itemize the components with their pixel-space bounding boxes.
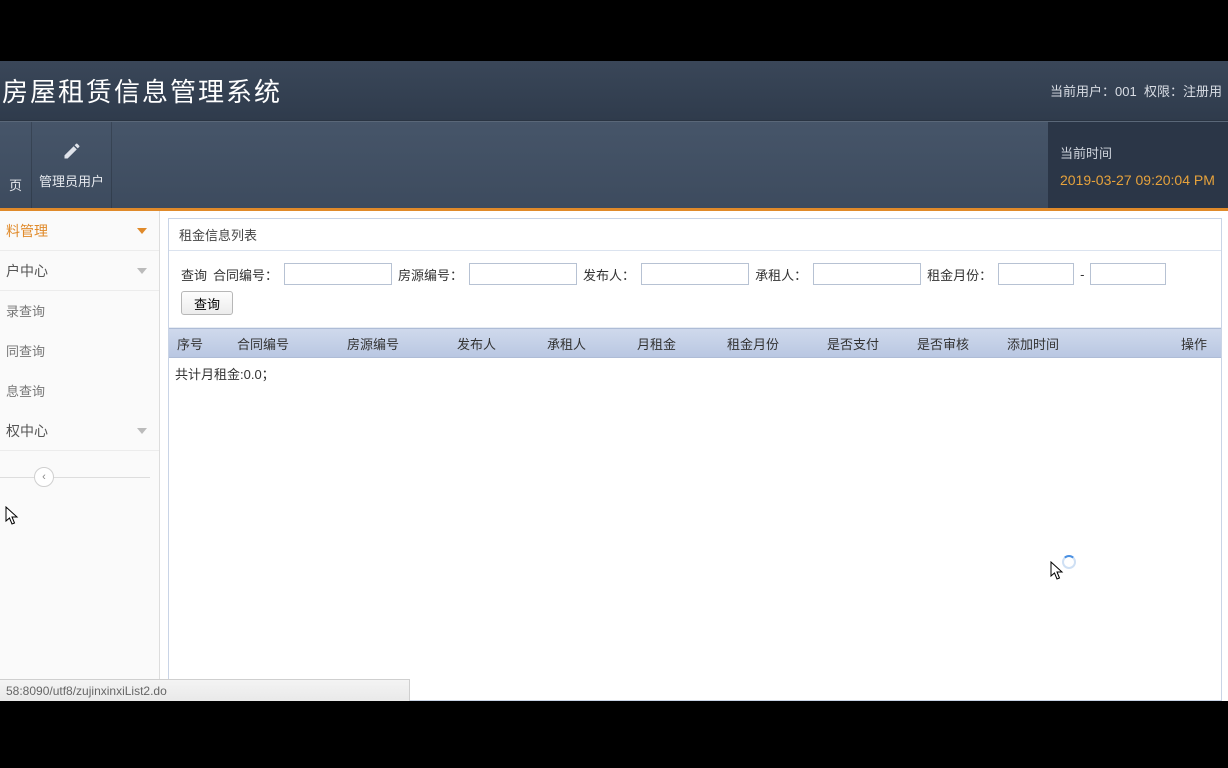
header-bar: 房屋租赁信息管理系统 当前用户：001 权限：注册用: [0, 61, 1228, 121]
clock-value: 2019-03-27 09:20:04 PM: [1060, 172, 1216, 188]
table-header: 序号 合同编号 房源编号 发布人 承租人 月租金 租金月份 是否支付 是否审核 …: [169, 328, 1221, 358]
sidebar-group-auth-center[interactable]: 权中心: [0, 411, 159, 451]
sidebar-group-material-label: 料管理: [6, 221, 48, 241]
panel-title: 租金信息列表: [169, 219, 1221, 251]
col-addtime: 添加时间: [999, 334, 1161, 353]
perm-label: 权限：: [1144, 84, 1183, 99]
range-dash: -: [1080, 267, 1084, 282]
header-user-info: 当前用户：001 权限：注册用: [1050, 81, 1222, 100]
toolbar-admin-label: 管理员用户: [39, 171, 104, 190]
input-house[interactable]: [469, 263, 577, 285]
col-publisher: 发布人: [449, 334, 539, 353]
label-publisher: 发布人：: [583, 265, 635, 284]
col-rent: 月租金: [629, 334, 719, 353]
label-contract: 合同编号：: [213, 265, 278, 284]
user-value: 001: [1115, 84, 1137, 99]
input-month-to[interactable]: [1090, 263, 1166, 285]
input-month-from[interactable]: [998, 263, 1074, 285]
toolbar: 页 管理员用户 当前时间 2019-03-27 09:20:04 PM: [0, 121, 1228, 211]
sidebar-group-material[interactable]: 料管理: [0, 211, 159, 251]
user-label: 当前用户：: [1050, 84, 1115, 99]
sidebar: 料管理 户中心 录查询 同查询 息查询 权中心 ‹: [0, 211, 160, 701]
col-tenant: 承租人: [539, 334, 629, 353]
chevron-down-icon: [137, 268, 147, 274]
sidebar-group-user-center-label: 户中心: [6, 261, 48, 281]
col-contract: 合同编号: [229, 334, 339, 353]
sidebar-group-user-center[interactable]: 户中心: [0, 251, 159, 291]
sidebar-group-auth-center-label: 权中心: [6, 421, 48, 441]
label-house: 房源编号：: [398, 265, 463, 284]
status-bar: 58:8090/utf8/zujinxinxiList2.do: [0, 679, 410, 701]
input-publisher[interactable]: [641, 263, 749, 285]
time-label: 当前时间: [1060, 143, 1216, 162]
col-paid: 是否支付: [819, 334, 909, 353]
search-row: 查询 合同编号： 房源编号： 发布人： 承租人： 租金月份： - 查询: [169, 251, 1221, 328]
app-title: 房屋租赁信息管理系统: [0, 72, 282, 109]
col-operate: 操作: [1161, 334, 1221, 353]
toolbar-home-label: 页: [9, 175, 22, 194]
search-label: 查询: [181, 265, 207, 284]
input-tenant[interactable]: [813, 263, 921, 285]
col-reviewed: 是否审核: [909, 334, 999, 353]
chevron-down-icon: [137, 228, 147, 234]
sidebar-item-contract-query[interactable]: 同查询: [0, 331, 159, 371]
toolbar-item-admin-user[interactable]: 管理员用户: [32, 122, 112, 208]
main-content: 租金信息列表 查询 合同编号： 房源编号： 发布人： 承租人： 租金月份： - …: [160, 211, 1228, 701]
pencil-icon: [62, 141, 82, 161]
sidebar-item-record-query[interactable]: 录查询: [0, 291, 159, 331]
label-tenant: 承租人：: [755, 265, 807, 284]
summary-row: 共计月租金:0.0；: [169, 358, 1221, 389]
collapse-track: [0, 477, 150, 478]
time-box: 当前时间 2019-03-27 09:20:04 PM: [1048, 122, 1228, 208]
col-house: 房源编号: [339, 334, 449, 353]
input-contract[interactable]: [284, 263, 392, 285]
sidebar-item-info-query[interactable]: 息查询: [0, 371, 159, 411]
label-month: 租金月份：: [927, 265, 992, 284]
col-seq: 序号: [169, 334, 229, 353]
search-button[interactable]: 查询: [181, 291, 233, 315]
sidebar-collapse-button[interactable]: ‹: [34, 467, 54, 487]
toolbar-item-home[interactable]: 页: [0, 122, 32, 208]
panel-rent-list: 租金信息列表 查询 合同编号： 房源编号： 发布人： 承租人： 租金月份： - …: [168, 218, 1222, 701]
col-month: 租金月份: [719, 334, 819, 353]
perm-value: 注册用: [1183, 84, 1222, 99]
chevron-down-icon: [137, 428, 147, 434]
